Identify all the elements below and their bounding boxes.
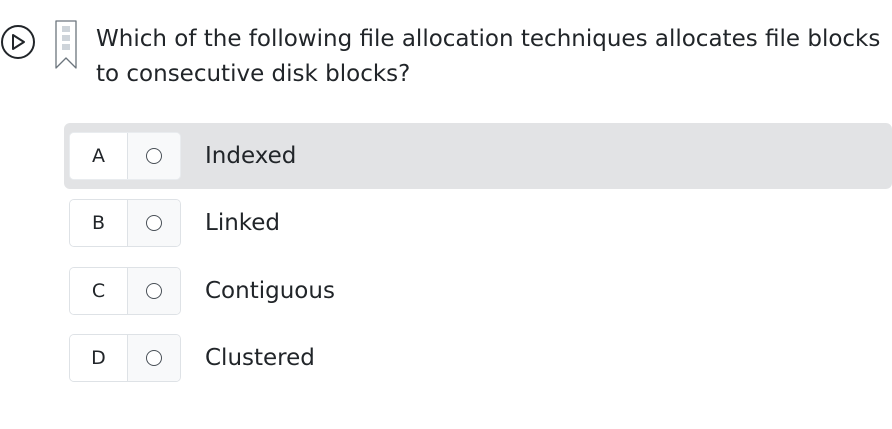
radio-button[interactable] xyxy=(146,283,162,299)
option-label: Linked xyxy=(205,210,281,236)
option-label: Clustered xyxy=(205,345,315,371)
option-b-selector[interactable]: B xyxy=(69,199,181,247)
option-letter: D xyxy=(70,335,128,381)
option-d-selector[interactable]: D xyxy=(69,334,181,382)
option-label: Contiguous xyxy=(205,278,335,304)
option-a[interactable]: A Indexed xyxy=(64,123,892,189)
option-b[interactable]: B Linked xyxy=(64,190,892,256)
option-letter: A xyxy=(70,133,128,179)
option-c[interactable]: C Contiguous xyxy=(64,258,892,324)
bookmark-icon[interactable] xyxy=(54,20,78,70)
option-letter: B xyxy=(70,200,128,246)
question-text: Which of the following file allocation t… xyxy=(96,26,881,87)
option-d[interactable]: D Clustered xyxy=(64,325,892,391)
option-c-selector[interactable]: C xyxy=(69,267,181,315)
play-circle-icon[interactable] xyxy=(1,25,35,59)
radio-button[interactable] xyxy=(146,215,162,231)
radio-button[interactable] xyxy=(146,350,162,366)
quiz-question-page: Which of the following file allocation t… xyxy=(0,0,892,429)
option-letter: C xyxy=(70,268,128,314)
radio-button[interactable] xyxy=(146,148,162,164)
option-label: Indexed xyxy=(205,143,297,169)
option-a-selector[interactable]: A xyxy=(69,132,181,180)
